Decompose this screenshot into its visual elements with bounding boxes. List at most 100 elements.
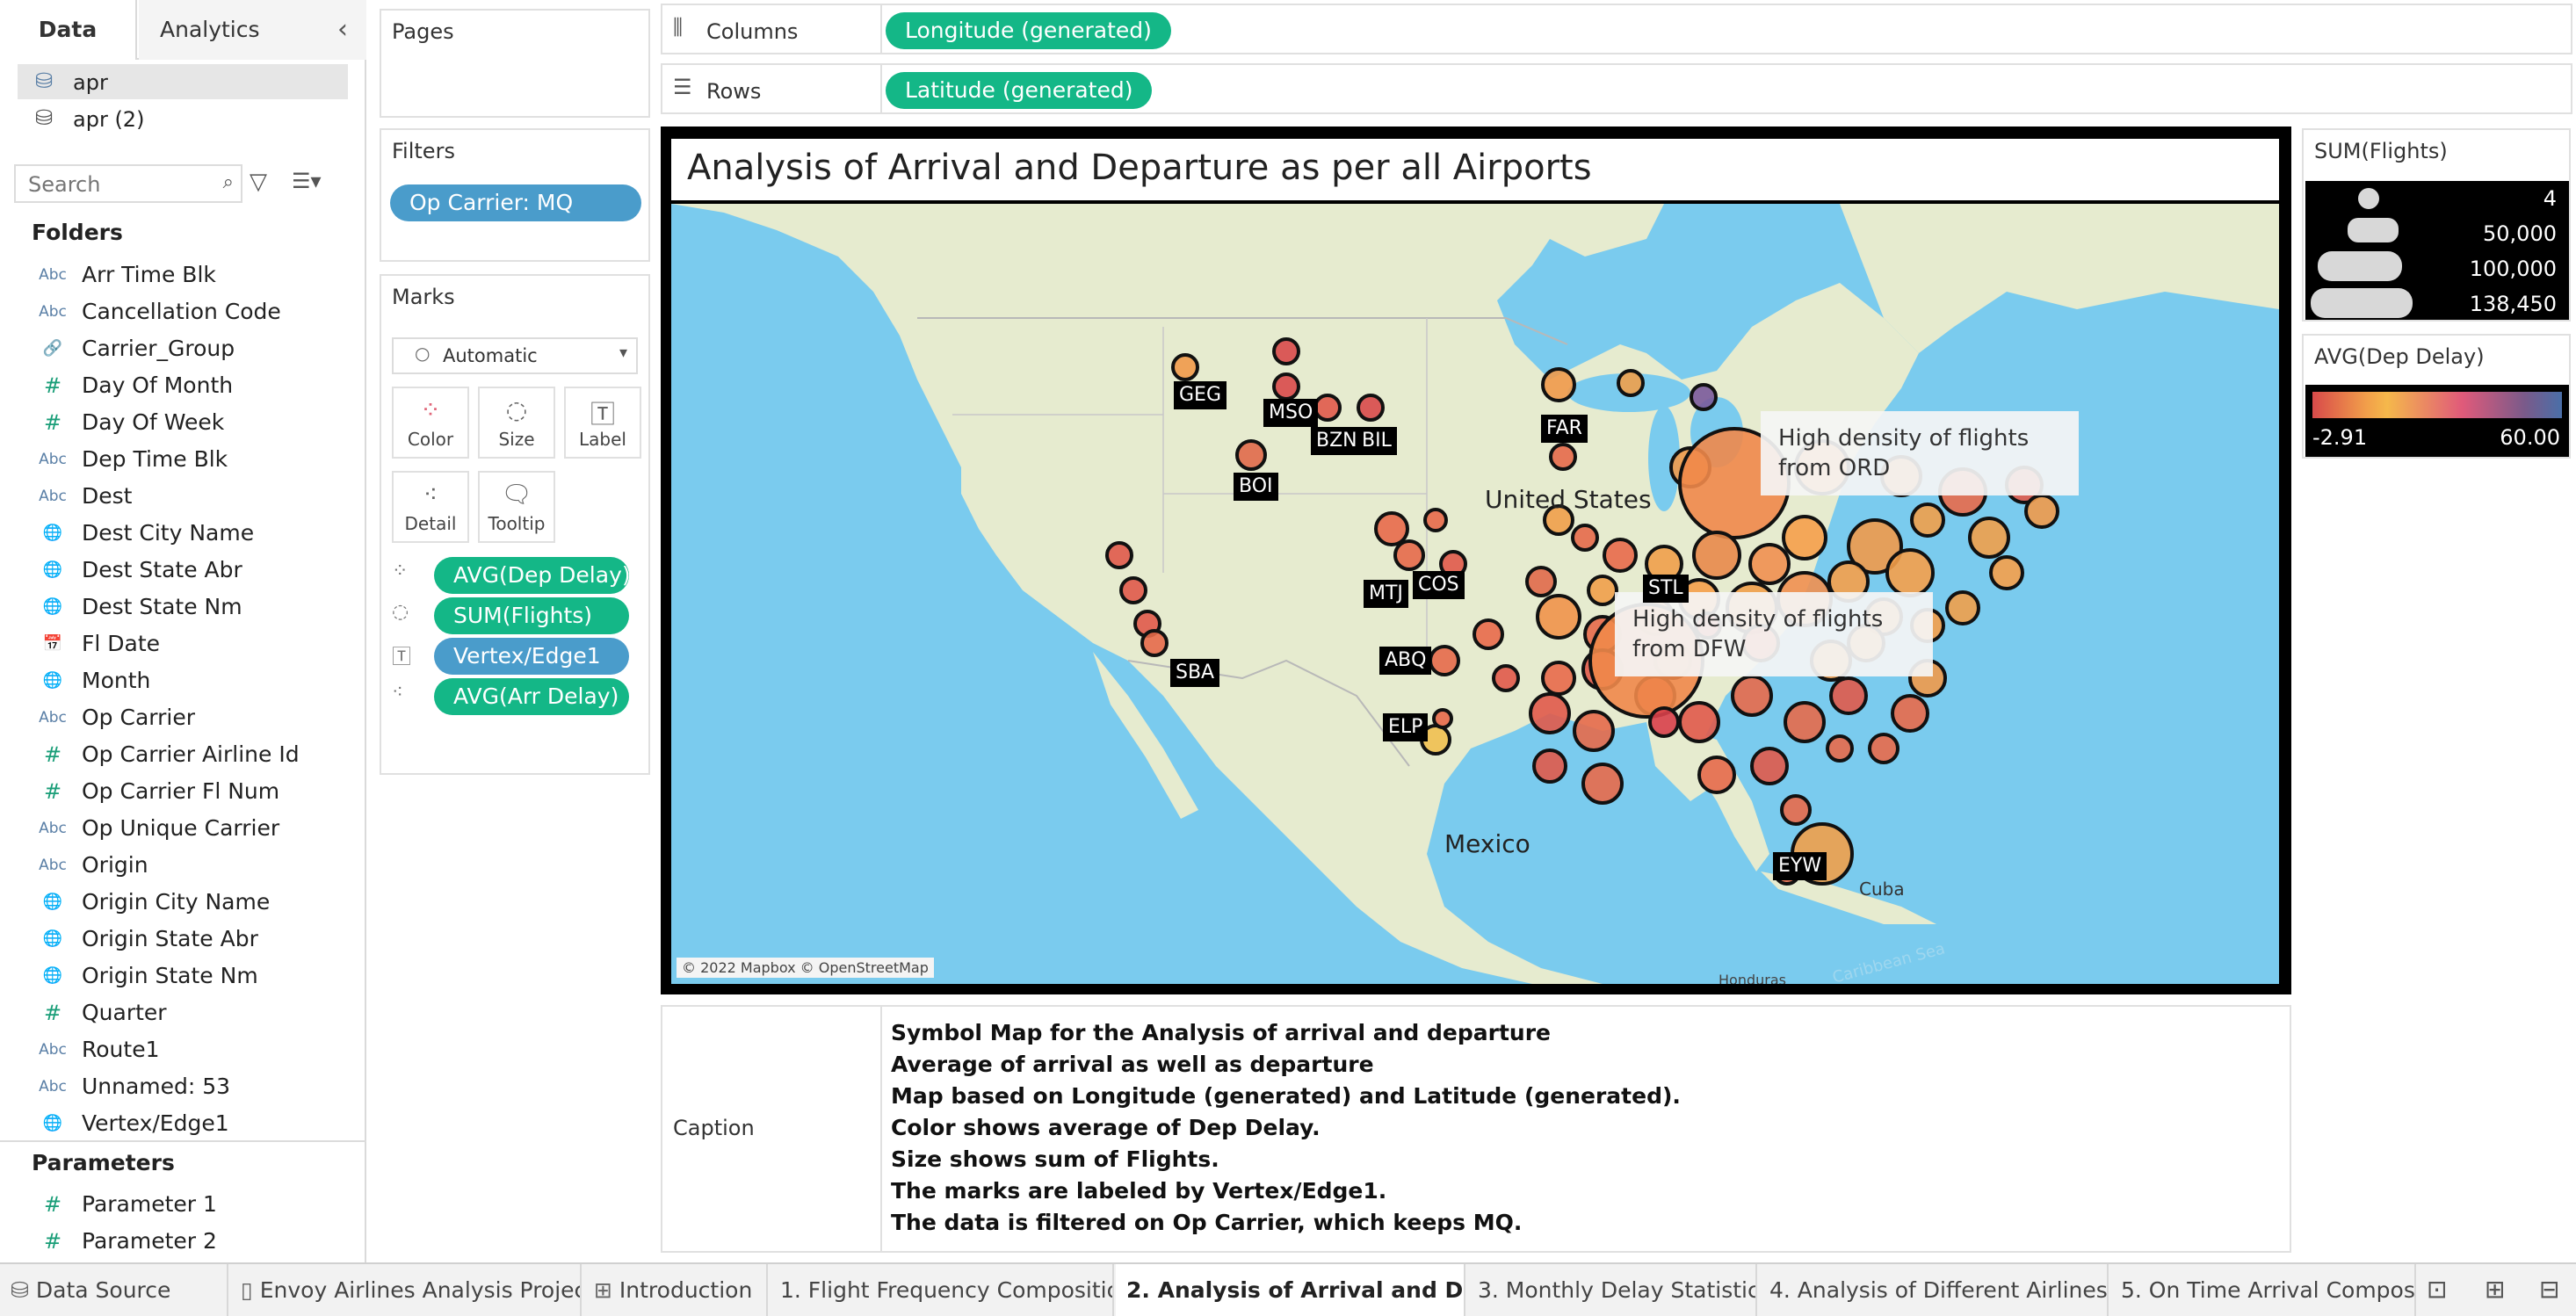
field-item[interactable]: 🌐 Origin State Abr: [0, 921, 366, 958]
airport-label[interactable]: FAR: [1541, 415, 1588, 443]
airport-bubble[interactable]: [1692, 531, 1741, 580]
annotation-dfw[interactable]: High density of flights from DFW: [1615, 592, 1933, 676]
field-item[interactable]: 🌐 Origin State Nm: [0, 958, 366, 994]
airport-bubble[interactable]: [1910, 503, 1945, 538]
airport-bubble[interactable]: [1272, 372, 1300, 401]
airport-bubble[interactable]: [1571, 524, 1599, 552]
airport-label[interactable]: BIL: [1357, 427, 1397, 455]
collapse-pane-icon[interactable]: ‹: [337, 0, 348, 60]
airport-bubble[interactable]: [1945, 590, 1980, 625]
marks-pill[interactable]: AVG(Arr Delay): [434, 678, 629, 715]
data-source-tab[interactable]: ⛁ Data Source: [0, 1264, 228, 1316]
rows-pill[interactable]: Latitude (generated): [886, 72, 1153, 109]
field-item[interactable]: # Day Of Week: [0, 404, 366, 441]
airport-bubble[interactable]: [1829, 676, 1868, 715]
size-legend[interactable]: SUM(Flights) 4 50,000 100,000 138,450: [2302, 128, 2571, 322]
airport-bubble[interactable]: [1549, 443, 1577, 471]
airport-bubble[interactable]: [2024, 494, 2059, 529]
airport-label[interactable]: GEG: [1174, 381, 1226, 409]
airport-bubble[interactable]: [1140, 629, 1169, 657]
tab-arrival-departure[interactable]: 2. Analysis of Arrival and Depar...: [1116, 1264, 1465, 1316]
airport-bubble[interactable]: [1697, 756, 1736, 794]
airport-bubble[interactable]: [1750, 747, 1789, 785]
columns-shelf[interactable]: ⫼ Columns Longitude (generated): [661, 4, 2572, 54]
field-item[interactable]: Abc Arr Time Blk: [0, 257, 366, 293]
field-item[interactable]: 🔗 Carrier_Group: [0, 330, 366, 367]
new-story-icon[interactable]: ⊟: [2539, 1275, 2559, 1304]
new-worksheet-icon[interactable]: ⊡: [2427, 1275, 2447, 1304]
field-item[interactable]: # Quarter: [0, 994, 366, 1031]
field-item[interactable]: Abc Cancellation Code: [0, 293, 366, 330]
airport-label[interactable]: COS: [1413, 571, 1465, 599]
airport-bubble[interactable]: [1492, 664, 1520, 692]
field-item[interactable]: 🌐 Month: [0, 662, 366, 699]
airport-label[interactable]: EYW: [1773, 852, 1827, 880]
airport-bubble[interactable]: [1393, 539, 1425, 571]
airport-bubble[interactable]: [1357, 394, 1385, 422]
airport-bubble[interactable]: [1581, 763, 1624, 805]
airport-bubble[interactable]: [1432, 708, 1453, 729]
mark-type-dropdown[interactable]: ○ Automatic ▾: [392, 337, 638, 374]
color-button[interactable]: ⁘ Color: [392, 387, 469, 459]
airport-bubble[interactable]: [1423, 508, 1448, 532]
field-item[interactable]: # Op Carrier Fl Num: [0, 773, 366, 810]
search-box[interactable]: ⌕: [14, 164, 242, 203]
field-item[interactable]: Abc Route1: [0, 1031, 366, 1068]
view-options-icon[interactable]: ☰▾: [292, 169, 322, 193]
airport-bubble[interactable]: [1529, 692, 1571, 734]
airport-bubble[interactable]: [1119, 576, 1147, 604]
airport-label[interactable]: SBA: [1170, 659, 1220, 687]
airport-bubble[interactable]: [1989, 555, 2024, 590]
datasource-item[interactable]: apr (2): [73, 107, 144, 132]
airport-bubble[interactable]: [1532, 748, 1567, 784]
filter-pill[interactable]: Op Carrier: MQ: [390, 184, 641, 221]
datasource-item-selected[interactable]: [18, 64, 348, 99]
map-view[interactable]: United States Mexico Cuba Honduras Carib…: [671, 204, 2279, 984]
field-item[interactable]: 🌐 Origin City Name: [0, 884, 366, 921]
field-item[interactable]: 🌐 Dest City Name: [0, 515, 366, 552]
tab-on-time-arrival[interactable]: 5. On Time Arrival Compositior: [2110, 1264, 2416, 1316]
tab-data[interactable]: Data: [0, 0, 137, 60]
airport-bubble[interactable]: [1891, 694, 1929, 733]
airport-bubble[interactable]: [1617, 369, 1645, 397]
new-dashboard-icon[interactable]: ⊞: [2485, 1275, 2505, 1304]
marks-pill[interactable]: AVG(Dep Delay): [434, 557, 631, 594]
airport-bubble[interactable]: [1587, 575, 1618, 606]
tab-story[interactable]: ▯ Envoy Airlines Analysis Project: [230, 1264, 582, 1316]
airport-label[interactable]: BZN: [1311, 427, 1363, 455]
airport-bubble[interactable]: [1235, 439, 1267, 471]
airport-bubble[interactable]: [1784, 701, 1826, 743]
airport-bubble[interactable]: [1105, 541, 1133, 569]
airport-bubble[interactable]: [1473, 618, 1504, 650]
airport-bubble[interactable]: [1603, 538, 1638, 573]
size-button[interactable]: ◌ Size: [478, 387, 555, 459]
field-item[interactable]: 🌐 Dest State Abr: [0, 552, 366, 589]
airport-bubble[interactable]: [1731, 675, 1773, 717]
airport-bubble[interactable]: [1868, 733, 1899, 764]
marks-pill[interactable]: SUM(Flights): [434, 597, 629, 634]
filters-card[interactable]: Filters Op Carrier: MQ: [380, 128, 650, 262]
field-item[interactable]: # Day Of Month: [0, 367, 366, 404]
search-input[interactable]: [28, 171, 204, 198]
airport-label[interactable]: ELP: [1383, 713, 1429, 741]
airport-bubble[interactable]: [1780, 794, 1812, 826]
airport-bubble[interactable]: [1678, 701, 1720, 743]
airport-bubble[interactable]: [1648, 706, 1680, 738]
field-item[interactable]: 🌐 Dest State Nm: [0, 589, 366, 625]
detail-button[interactable]: ⁖ Detail: [392, 471, 469, 543]
field-item[interactable]: Abc Op Carrier: [0, 699, 366, 736]
tab-introduction[interactable]: ⊞ Introduction: [583, 1264, 768, 1316]
parameter-item[interactable]: # Parameter 2: [0, 1223, 366, 1260]
airport-label[interactable]: MTJ: [1364, 580, 1408, 608]
tooltip-button[interactable]: 🗨 Tooltip: [478, 471, 555, 543]
airport-label[interactable]: ABQ: [1379, 647, 1432, 675]
airport-bubble[interactable]: [1826, 734, 1854, 763]
field-item[interactable]: Abc Origin: [0, 847, 366, 884]
airport-bubble[interactable]: [1272, 337, 1300, 365]
field-item[interactable]: 📅 Fl Date: [0, 625, 366, 662]
airport-bubble[interactable]: [1525, 566, 1557, 597]
map-attribution[interactable]: © 2022 Mapbox © OpenStreetMap: [677, 958, 934, 978]
field-item[interactable]: 🌐 Vertex/Edge1: [0, 1105, 366, 1142]
airport-bubble[interactable]: [1690, 383, 1718, 411]
airport-bubble[interactable]: [1541, 661, 1576, 696]
